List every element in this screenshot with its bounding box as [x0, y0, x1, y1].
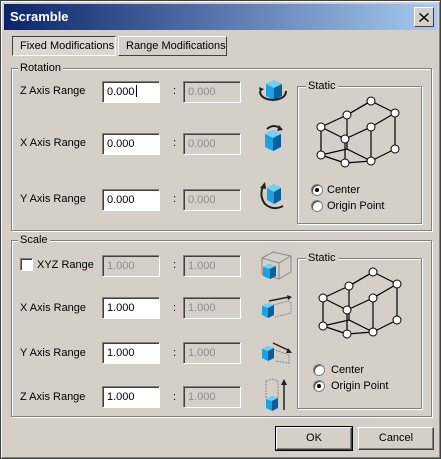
rotation-origin-point-radio[interactable] — [311, 200, 323, 212]
rotation-origin-point-label: Origin Point — [327, 200, 385, 212]
scale-origin-point-radio[interactable] — [313, 380, 325, 392]
y-axis-scale-input[interactable]: 1.000 — [102, 342, 160, 364]
cancel-button[interactable]: Cancel — [358, 427, 434, 450]
rotate-z-icon — [259, 80, 287, 102]
range-separator: : — [173, 137, 177, 149]
cube-origin-pivot-icon — [318, 267, 402, 339]
scale-y-icon — [262, 342, 292, 364]
range-separator: : — [173, 391, 177, 403]
scale-x-icon — [262, 295, 292, 318]
close-button[interactable] — [414, 7, 434, 27]
y-axis-rotation-label: Y Axis Range — [20, 193, 86, 205]
z-axis-scale-input[interactable]: 1.000 — [102, 386, 160, 408]
tab-fixed-modifications[interactable]: Fixed Modifications — [12, 36, 116, 56]
x-axis-scale-input[interactable]: 1.000 — [102, 297, 160, 319]
scale-z-icon — [265, 378, 287, 411]
scale-center-radio[interactable] — [313, 364, 325, 376]
scale-xyz-icon — [261, 251, 292, 280]
rotation-center-radio[interactable] — [311, 184, 323, 196]
ok-button[interactable]: OK — [275, 426, 353, 451]
title-bar[interactable]: Scramble — [4, 4, 437, 30]
y-axis-rotation-input[interactable]: 0.000 — [102, 189, 160, 211]
tab-label: Fixed Modifications — [20, 40, 115, 52]
y-axis-scale-range-input[interactable]: 1.000 — [183, 342, 241, 364]
scale-static-label: Static — [306, 251, 338, 265]
xyz-scale-input[interactable]: 1.000 — [102, 255, 160, 277]
xyz-range-label: XYZ Range — [37, 259, 94, 271]
x-axis-rotation-label: X Axis Range — [20, 137, 87, 149]
close-icon — [419, 12, 429, 22]
xyz-range-checkbox[interactable] — [20, 258, 33, 271]
z-axis-rotation-label: Z Axis Range — [20, 85, 86, 97]
z-axis-rotation-range-input[interactable]: 0.000 — [183, 81, 241, 103]
range-separator: : — [173, 302, 177, 314]
z-axis-scale-range-input[interactable]: 1.000 — [183, 386, 241, 408]
cube-center-pivot-icon — [316, 96, 400, 168]
range-separator: : — [173, 347, 177, 359]
y-axis-rotation-range-input[interactable]: 0.000 — [183, 189, 241, 211]
range-separator: : — [173, 85, 177, 97]
x-axis-rotation-input[interactable]: 0.000 — [102, 133, 160, 155]
xyz-scale-range-input[interactable]: 1.000 — [183, 255, 241, 277]
scale-origin-point-label: Origin Point — [331, 380, 389, 392]
rotation-group-label: Rotation — [18, 61, 63, 75]
z-axis-scale-label: Z Axis Range — [20, 391, 86, 403]
window-title: Scramble — [10, 9, 69, 24]
scramble-dialog: Scramble Fixed Modifications Range Modif… — [0, 0, 441, 459]
x-axis-scale-range-input[interactable]: 1.000 — [183, 297, 241, 319]
scale-center-label: Center — [331, 364, 365, 376]
tab-range-modifications[interactable]: Range Modifications — [118, 36, 227, 56]
x-axis-rotation-range-input[interactable]: 0.000 — [183, 133, 241, 155]
range-separator: : — [173, 193, 177, 205]
rotate-x-icon — [265, 125, 283, 151]
y-axis-scale-label: Y Axis Range — [20, 347, 86, 359]
rotation-static-label: Static — [306, 79, 338, 93]
scale-group-label: Scale — [18, 233, 50, 247]
rotation-center-label: Center — [327, 184, 361, 196]
range-separator: : — [173, 259, 177, 271]
x-axis-scale-label: X Axis Range — [20, 302, 87, 314]
rotate-y-icon — [260, 182, 284, 210]
z-axis-rotation-input[interactable]: 0.000 — [102, 81, 160, 103]
tab-label: Range Modifications — [126, 40, 226, 52]
